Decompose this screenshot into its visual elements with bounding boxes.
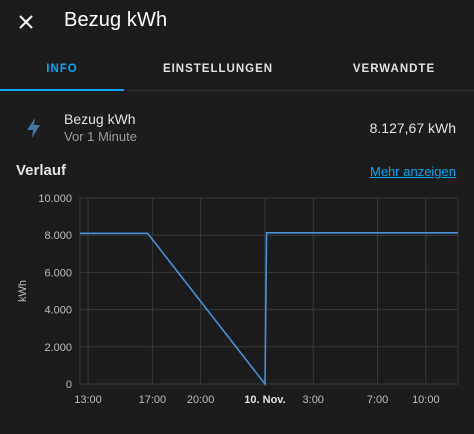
y-tick-label: 4.000 [44,305,72,317]
y-tick-label: 0 [66,379,72,391]
x-tick-label: 13:00 [74,394,102,406]
y-tick-label: 2.000 [44,342,72,354]
y-axis-label: kWh [17,280,29,302]
entity-row[interactable]: Bezug kWh Vor 1 Minute 8.127,67 kWh [0,104,474,152]
active-tab-indicator [0,89,124,91]
tab-bar: INFO EINSTELLUNGEN VERWANDTE [0,48,474,91]
lightning-bolt-icon [27,118,40,138]
tab-verwandte[interactable]: VERWANDTE [340,48,448,90]
close-icon [19,15,33,29]
entity-last-changed: Vor 1 Minute [64,129,137,144]
x-tick-label: 10. Nov. [244,394,285,406]
tab-info[interactable]: INFO [0,48,124,90]
plot-frame [79,197,459,385]
entity-state: 8.127,67 kWh [369,120,456,136]
y-tick-label: 10.000 [38,193,72,205]
dialog-title: Bezug kWh [64,9,168,31]
series-line [80,232,458,387]
y-tick-label: 6.000 [44,267,72,279]
entity-dialog: Bezug kWh INFO EINSTELLUNGEN VERWANDTE B… [0,0,474,434]
more-info-link[interactable]: Mehr anzeigen [370,164,456,179]
x-tick-label: 3:00 [303,394,324,406]
history-chart: 0 2.000 4.000 6.000 8.000 10.000 13:00 17:00 20… [17,193,459,406]
x-tick-label: 10:00 [412,394,440,406]
close-button[interactable] [13,9,39,35]
dialog-header: Bezug kWh [0,0,474,44]
tab-einstellungen[interactable]: EINSTELLUNGEN [150,48,286,90]
entity-name: Bezug kWh [64,111,136,127]
y-tick-label: 8.000 [44,230,72,242]
x-tick-label: 7:00 [367,394,388,406]
x-tick-label: 17:00 [139,394,167,406]
history-title: Verlauf [16,162,67,179]
x-tick-label: 20:00 [187,394,215,406]
